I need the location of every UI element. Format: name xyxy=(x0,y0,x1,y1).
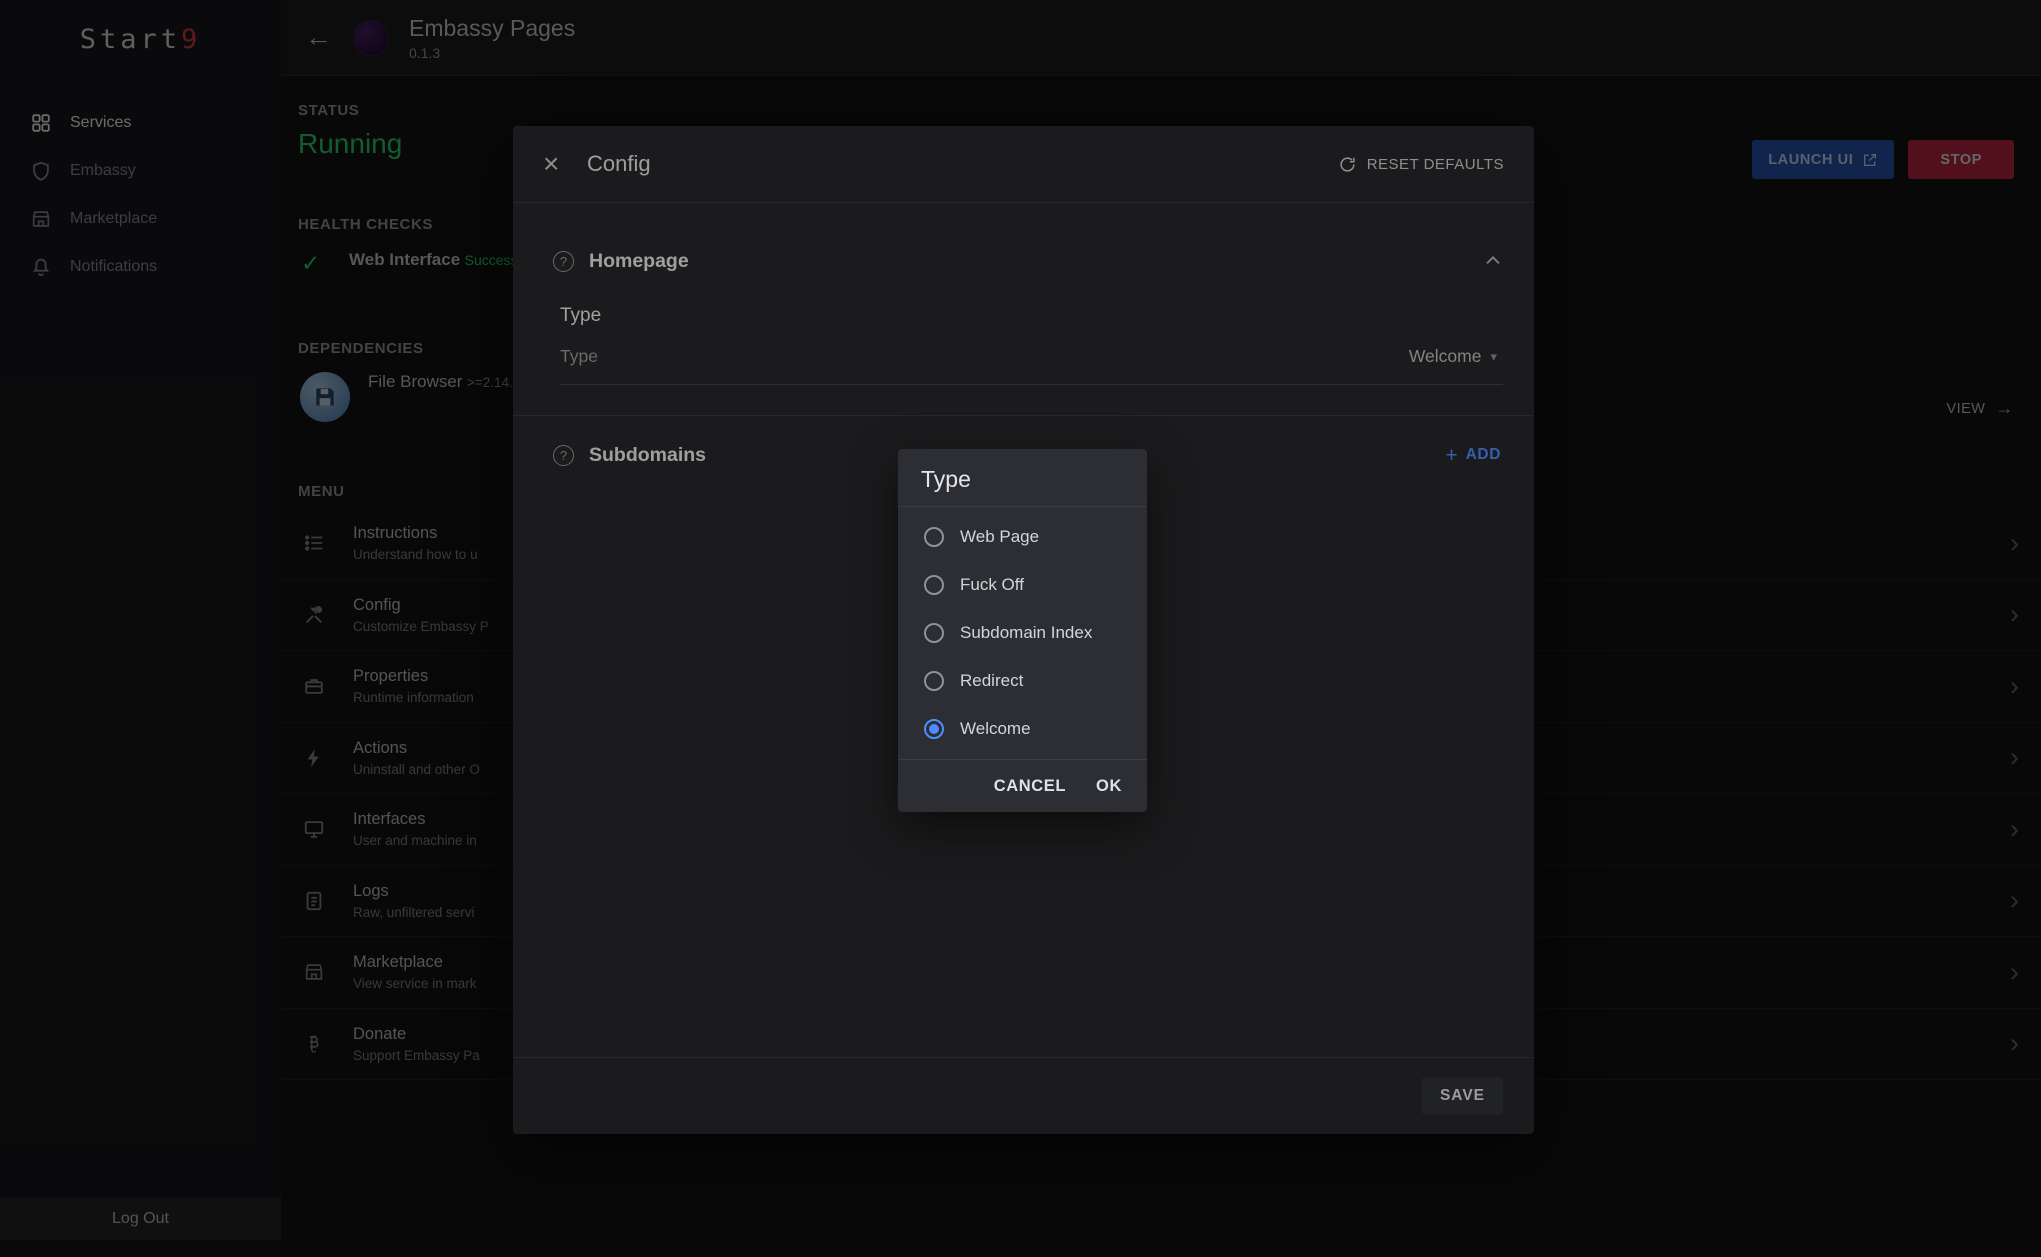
type-option-row[interactable]: Redirect xyxy=(898,657,1147,705)
ok-button[interactable]: OK xyxy=(1096,777,1122,796)
type-option-label: Welcome xyxy=(960,719,1031,739)
type-dialog: Type Web Page Fuck Off Subdomain Index R… xyxy=(898,449,1147,812)
type-option-label: Redirect xyxy=(960,671,1023,691)
type-option-label: Fuck Off xyxy=(960,575,1024,595)
screen: Start9 Services Embassy Marketplace Noti… xyxy=(0,0,2041,1257)
type-dialog-title: Type xyxy=(898,449,1147,507)
type-options: Web Page Fuck Off Subdomain Index Redire… xyxy=(898,507,1147,753)
type-option-row[interactable]: Welcome xyxy=(898,705,1147,753)
type-option-row[interactable]: Subdomain Index xyxy=(898,609,1147,657)
type-option-row[interactable]: Web Page xyxy=(898,513,1147,561)
type-option-row[interactable]: Fuck Off xyxy=(898,561,1147,609)
cancel-button[interactable]: CANCEL xyxy=(994,777,1066,796)
radio-icon xyxy=(924,719,944,739)
radio-icon xyxy=(924,527,944,547)
type-dialog-buttons: CANCEL OK xyxy=(898,759,1147,812)
radio-icon xyxy=(924,623,944,643)
radio-icon xyxy=(924,671,944,691)
radio-icon xyxy=(924,575,944,595)
type-option-label: Subdomain Index xyxy=(960,623,1092,643)
type-option-label: Web Page xyxy=(960,527,1039,547)
